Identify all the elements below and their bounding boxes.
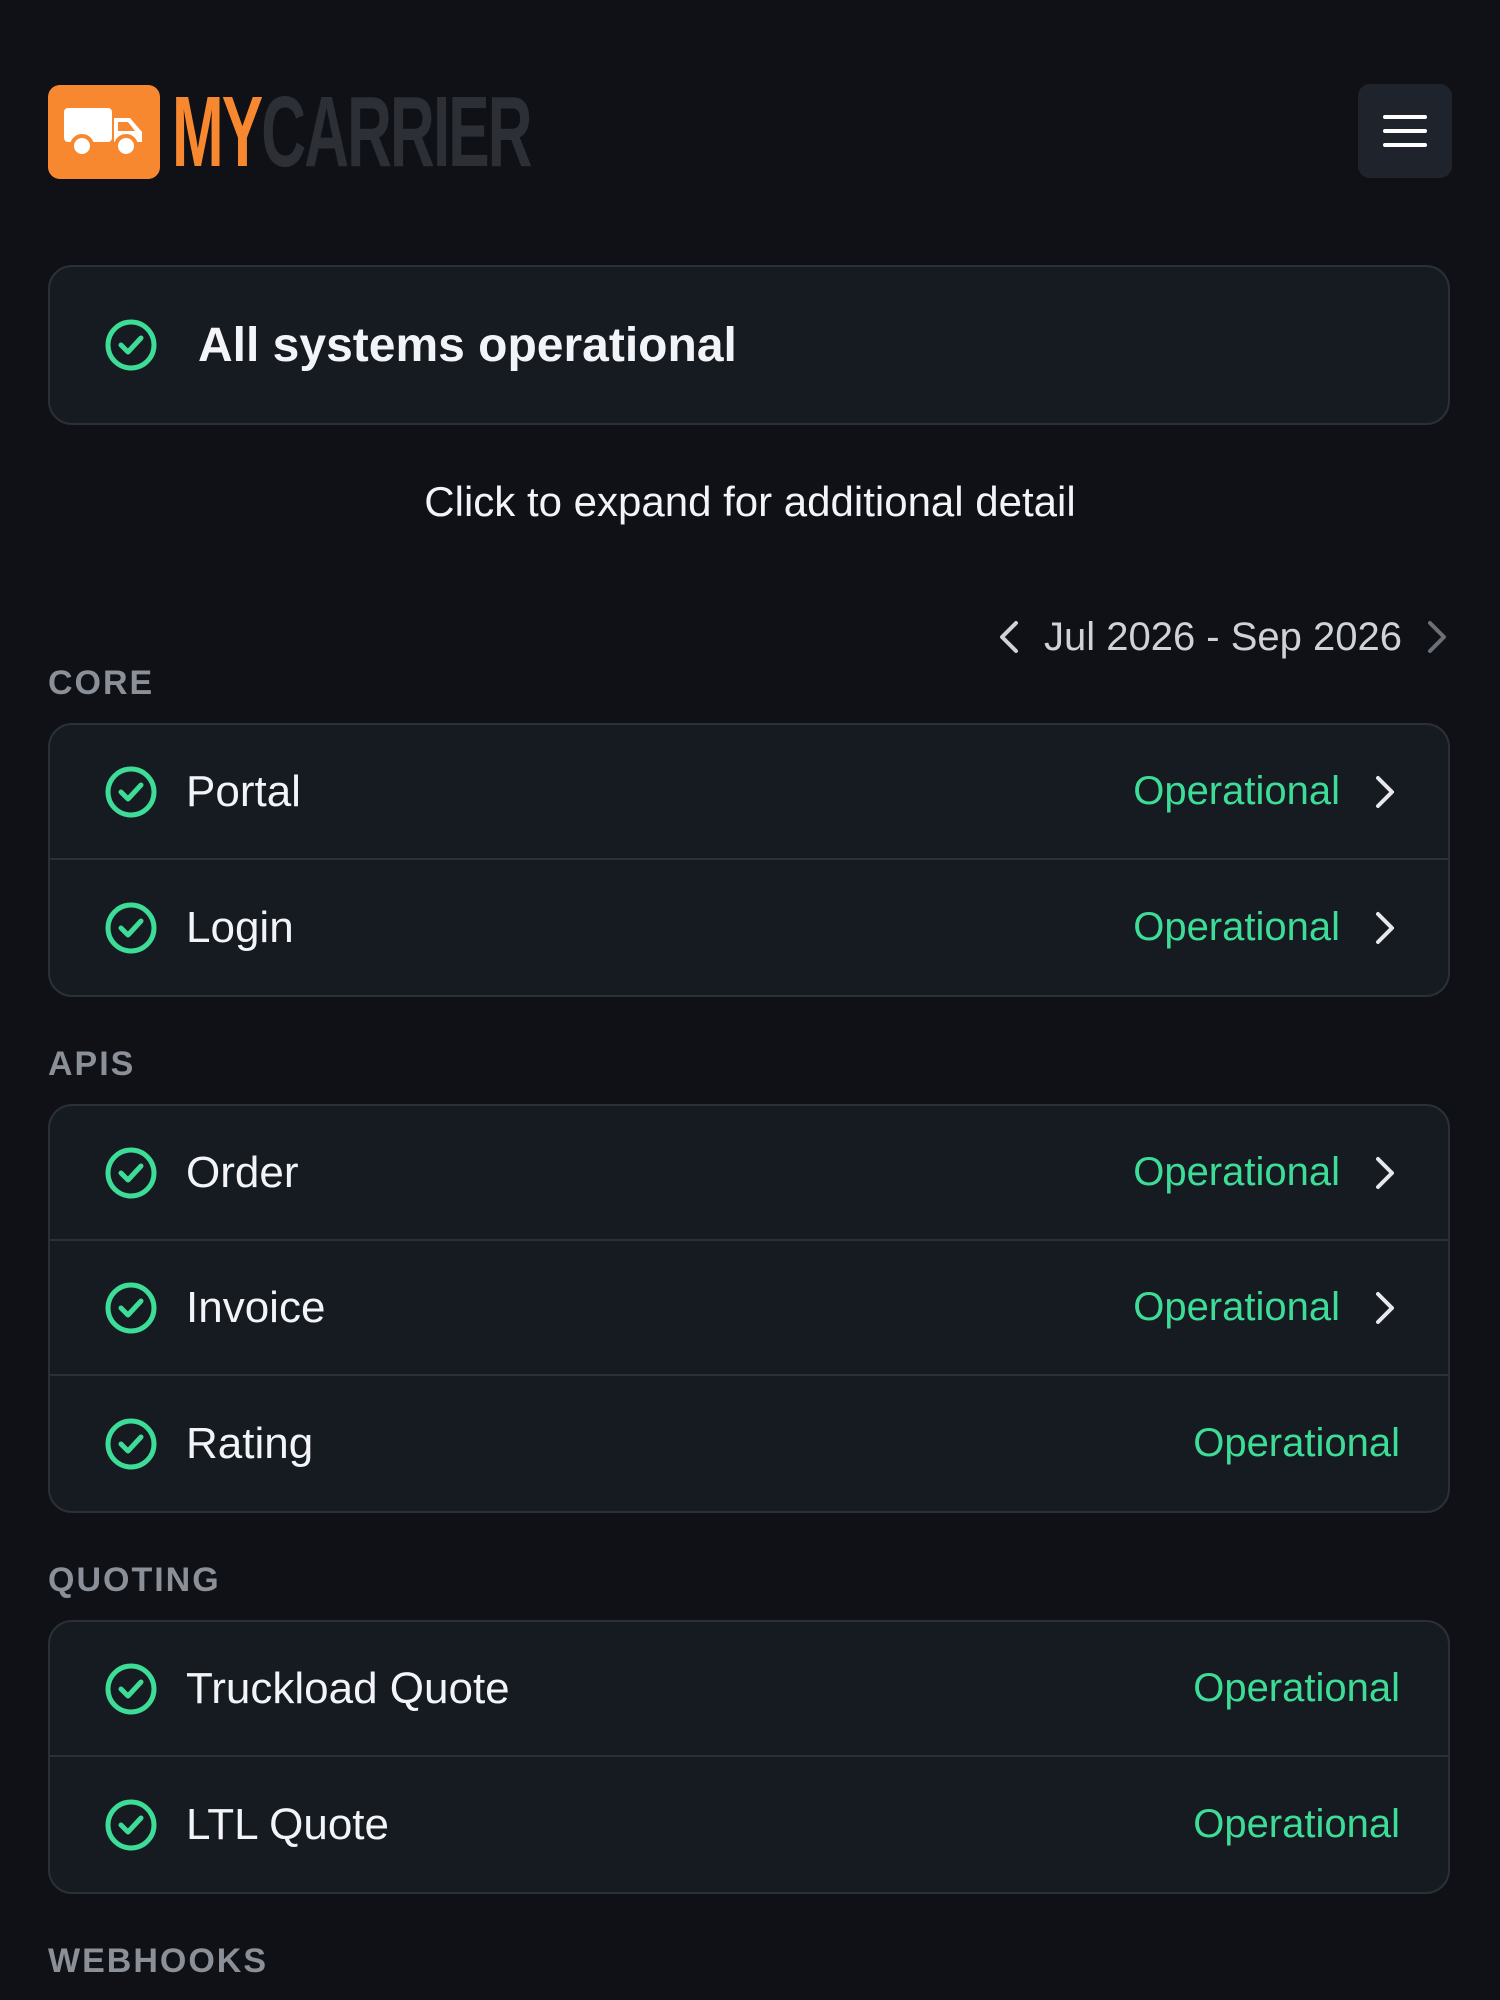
service-row-login[interactable]: Login Operational (50, 860, 1448, 995)
check-circle-icon (105, 902, 157, 953)
logo-wordmark: MYCARRIER (172, 82, 533, 182)
logo[interactable]: MYCARRIER (48, 82, 751, 182)
system-status-text: All systems operational (198, 318, 737, 372)
logo-carrier: CARRIER (261, 76, 532, 188)
date-range-label: Jul 2026 - Sep 2026 (1043, 614, 1402, 659)
service-row-rating: Rating Operational (50, 1376, 1448, 1511)
section-label-quoting: QUOTING (48, 1561, 221, 1599)
check-circle-icon (105, 1799, 157, 1850)
truck-icon (48, 85, 160, 179)
service-name: Invoice (186, 1282, 326, 1332)
service-name: Portal (186, 766, 301, 816)
section-card-quoting: Truckload Quote Operational LTL Quote Op… (48, 1620, 1450, 1894)
section-label-apis: APIS (48, 1045, 136, 1083)
service-status: Operational (1193, 1421, 1400, 1465)
service-row-truckload-quote: Truckload Quote Operational (50, 1622, 1448, 1757)
service-row-portal[interactable]: Portal Operational (50, 725, 1448, 860)
date-range-nav: Jul 2026 - Sep 2026 (994, 610, 1452, 664)
service-name: Rating (186, 1418, 314, 1468)
service-row-order[interactable]: Order Operational (50, 1106, 1448, 1241)
service-status: Operational (1133, 1285, 1340, 1329)
service-name: LTL Quote (186, 1799, 390, 1849)
service-row-ltl-quote: LTL Quote Operational (50, 1757, 1448, 1892)
check-circle-icon (105, 1418, 157, 1469)
chevron-right-icon[interactable] (1370, 910, 1400, 946)
check-circle-icon (105, 1282, 157, 1333)
section-label-webhooks: WEBHOOKS (48, 1942, 268, 1980)
header: MYCARRIER (48, 82, 1452, 182)
chevron-right-icon[interactable] (1370, 774, 1400, 810)
hamburger-menu-icon (1383, 115, 1427, 147)
service-status: Operational (1193, 1802, 1400, 1846)
chevron-right-icon[interactable] (1422, 619, 1452, 655)
chevron-left-icon[interactable] (994, 619, 1024, 655)
chevron-right-icon[interactable] (1370, 1290, 1400, 1326)
check-circle-icon (105, 766, 157, 817)
service-status: Operational (1133, 1150, 1340, 1194)
service-row-invoice[interactable]: Invoice Operational (50, 1241, 1448, 1376)
service-name: Login (186, 902, 294, 952)
section-card-apis: Order Operational Invoice Operational Ra… (48, 1104, 1450, 1513)
service-name: Order (186, 1147, 299, 1197)
check-circle-icon (105, 1147, 157, 1198)
section-card-core: Portal Operational Login Operational (48, 723, 1450, 997)
logo-my: MY (172, 76, 263, 188)
chevron-right-icon[interactable] (1370, 1155, 1400, 1191)
service-status: Operational (1133, 905, 1340, 949)
service-name: Truckload Quote (186, 1663, 510, 1713)
service-status: Operational (1133, 769, 1340, 813)
status-page: MYCARRIER All systems operational Click … (0, 0, 1500, 2000)
check-circle-icon (105, 319, 157, 371)
expand-hint: Click to expand for additional detail (424, 478, 1076, 525)
menu-button[interactable] (1358, 84, 1452, 178)
check-circle-icon (105, 1663, 157, 1714)
section-label-core: CORE (48, 664, 155, 702)
service-status: Operational (1193, 1666, 1400, 1710)
system-status-banner[interactable]: All systems operational (48, 265, 1450, 425)
